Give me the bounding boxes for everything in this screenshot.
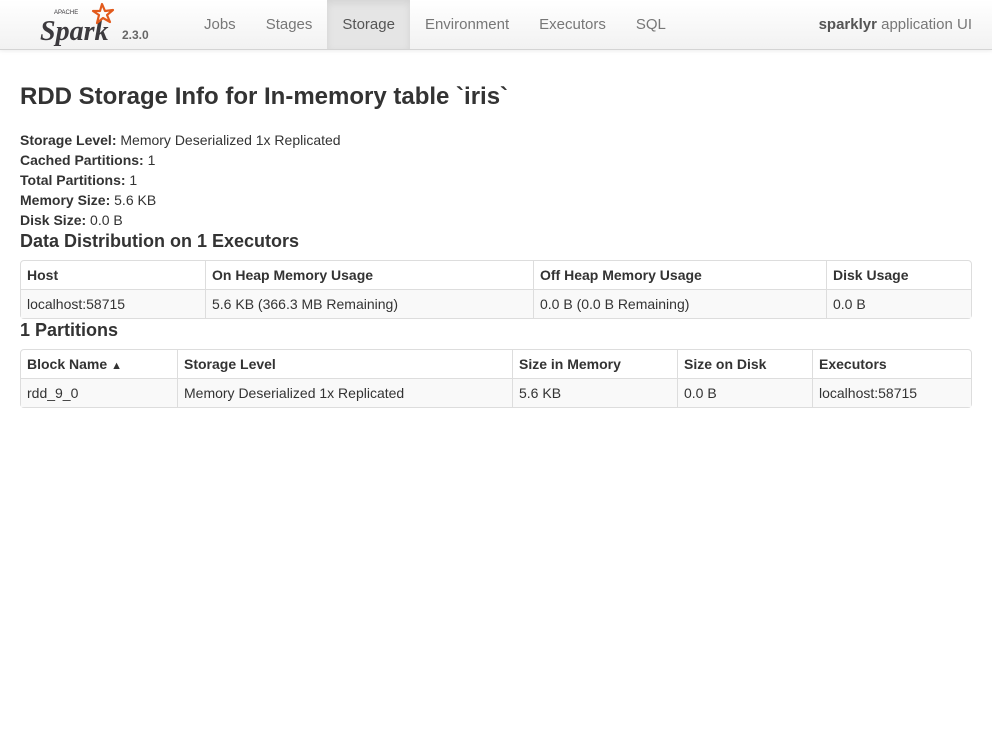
- table-header-row: Block Name ▲ Storage Level Size in Memory…: [21, 350, 971, 378]
- sort-ascending-icon: ▲: [111, 360, 123, 372]
- summary-label: Memory Size:: [20, 192, 111, 208]
- cell-size-on-disk: 0.0 B: [677, 378, 812, 407]
- data-distribution-table: Host On Heap Memory Usage Off Heap Memor…: [20, 260, 972, 319]
- tab-sql[interactable]: SQL: [621, 0, 681, 49]
- column-header-storage-level[interactable]: Storage Level: [177, 350, 512, 378]
- cell-off-heap: 0.0 B (0.0 B Remaining): [533, 289, 826, 318]
- column-header-off-heap[interactable]: Off Heap Memory Usage: [533, 261, 826, 289]
- page-content: RDD Storage Info for In-memory table `ir…: [0, 82, 992, 408]
- cell-host: localhost:58715: [21, 289, 205, 318]
- table-row: rdd_9_0 Memory Deserialized 1x Replicate…: [21, 378, 971, 407]
- summary-value: 0.0 B: [86, 212, 123, 228]
- summary-label: Cached Partitions:: [20, 152, 144, 168]
- table-header-row: Host On Heap Memory Usage Off Heap Memor…: [21, 261, 971, 289]
- summary-total-partitions: Total Partitions: 1: [20, 170, 972, 190]
- tab-environment[interactable]: Environment: [410, 0, 524, 49]
- data-distribution-heading: Data Distribution on 1 Executors: [20, 231, 300, 251]
- app-name-bold: sparklyr: [818, 16, 877, 33]
- summary-memory-size: Memory Size: 5.6 KB: [20, 190, 972, 210]
- cell-executors: localhost:58715: [812, 378, 971, 407]
- main-nav-tabs: Jobs Stages Storage Environment Executor…: [189, 0, 681, 50]
- summary-disk-size: Disk Size: 0.0 B: [20, 210, 972, 230]
- app-name-rest: application UI: [876, 16, 972, 33]
- partitions-heading: 1 Partitions: [20, 320, 119, 340]
- cell-disk-usage: 0.0 B: [826, 289, 971, 318]
- column-header-size-on-disk[interactable]: Size on Disk: [677, 350, 812, 378]
- column-header-disk-usage[interactable]: Disk Usage: [826, 261, 971, 289]
- spark-version: 2.3.0: [122, 28, 149, 42]
- cell-block-name: rdd_9_0: [21, 378, 177, 407]
- summary-value: 1: [143, 152, 156, 168]
- partitions-table: Block Name ▲ Storage Level Size in Memory…: [20, 349, 972, 408]
- page-title: RDD Storage Info for In-memory table `ir…: [20, 83, 509, 110]
- tab-jobs[interactable]: Jobs: [189, 0, 251, 49]
- tab-stages[interactable]: Stages: [251, 0, 328, 49]
- column-header-executors[interactable]: Executors: [812, 350, 971, 378]
- summary-storage-level: Storage Level: Memory Deserialized 1x Re…: [20, 130, 972, 150]
- application-name: sparklyr application UI: [819, 16, 972, 33]
- tab-executors[interactable]: Executors: [524, 0, 621, 49]
- column-header-block-name[interactable]: Block Name ▲: [21, 350, 177, 378]
- summary-value: Memory Deserialized 1x Replicated: [116, 132, 341, 148]
- tab-storage[interactable]: Storage: [327, 0, 410, 49]
- column-header-size-in-memory[interactable]: Size in Memory: [512, 350, 677, 378]
- summary-cached-partitions: Cached Partitions: 1: [20, 150, 972, 170]
- cell-on-heap: 5.6 KB (366.3 MB Remaining): [205, 289, 533, 318]
- table-row: localhost:58715 5.6 KB (366.3 MB Remaini…: [21, 289, 971, 318]
- column-header-on-heap[interactable]: On Heap Memory Usage: [205, 261, 533, 289]
- spark-logo-link[interactable]: APACHE Spark 2.3.0: [40, 0, 160, 50]
- column-header-label: Block Name: [27, 356, 108, 372]
- summary-label: Disk Size:: [20, 212, 87, 228]
- summary-label: Storage Level:: [20, 132, 117, 148]
- cell-storage-level: Memory Deserialized 1x Replicated: [177, 378, 512, 407]
- storage-summary-list: Storage Level: Memory Deserialized 1x Re…: [20, 130, 972, 230]
- summary-value: 1: [125, 172, 138, 188]
- column-header-host[interactable]: Host: [21, 261, 205, 289]
- top-navbar: APACHE Spark 2.3.0 Jobs Stages Storage E…: [0, 0, 992, 50]
- cell-size-in-memory: 5.6 KB: [512, 378, 677, 407]
- summary-label: Total Partitions:: [20, 172, 126, 188]
- spark-logo-icon: APACHE Spark: [40, 2, 115, 46]
- summary-value: 5.6 KB: [110, 192, 157, 208]
